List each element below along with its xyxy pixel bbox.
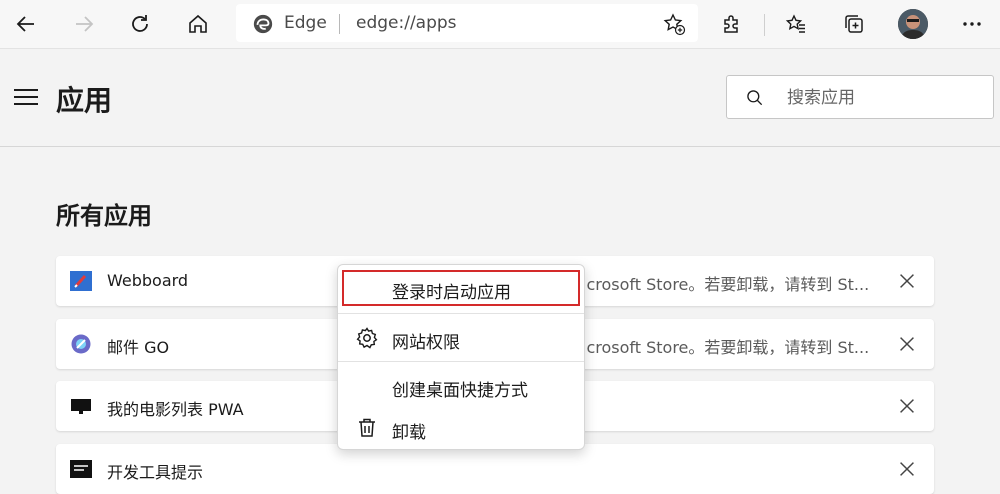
browser-brand-label: Edge (284, 13, 327, 33)
page-header: 应用 (0, 49, 1000, 147)
browser-toolbar: Edge edge://apps (0, 0, 1000, 49)
address-bar[interactable]: Edge edge://apps (236, 4, 698, 42)
close-icon[interactable] (896, 458, 918, 480)
menu-item-label: 登录时启动应用 (392, 283, 511, 303)
app-card-devtools-tips[interactable]: 开发工具提示 (56, 444, 934, 494)
collections-icon (845, 15, 863, 33)
edge-logo-icon (253, 14, 273, 34)
menu-item-site-permissions[interactable]: 网站权限 (342, 320, 580, 356)
trash-icon (359, 418, 375, 437)
avatar-image-icon (898, 9, 928, 39)
search-box[interactable] (726, 75, 994, 120)
app-name: 邮件 GO (107, 338, 170, 357)
refresh-button[interactable] (120, 4, 160, 44)
back-icon (16, 16, 34, 32)
mail-go-app-icon (71, 334, 91, 354)
monitor-app-icon (71, 399, 91, 414)
app-uninstall-note: icrosoft Store。若要卸载，请转到 St... (582, 275, 870, 294)
more-icon (963, 22, 981, 26)
app-name: 我的电影列表 PWA (107, 400, 244, 419)
menu-item-create-desktop-shortcut[interactable]: 创建桌面快捷方式 (342, 368, 580, 404)
more-button[interactable] (952, 4, 992, 44)
close-icon[interactable] (896, 395, 918, 417)
extensions-icon (724, 15, 738, 33)
menu-item-start-on-login[interactable]: 登录时启动应用 (342, 270, 580, 306)
forward-button[interactable] (64, 4, 104, 44)
profile-avatar[interactable] (898, 9, 928, 39)
close-icon[interactable] (896, 270, 918, 292)
app-uninstall-note: icrosoft Store。若要卸载，请转到 St... (582, 338, 870, 357)
forward-icon (76, 16, 94, 32)
close-icon[interactable] (896, 333, 918, 355)
favorites-icon (785, 14, 805, 33)
gear-icon (356, 327, 378, 349)
app-name: Webboard (107, 271, 189, 290)
section-title: 所有应用 (56, 202, 152, 230)
menu-divider (338, 313, 584, 314)
back-button[interactable] (6, 4, 46, 44)
menu-divider (338, 361, 584, 362)
favorites-button[interactable] (776, 4, 816, 44)
app-name: 开发工具提示 (107, 463, 204, 482)
search-icon (747, 90, 763, 106)
search-input[interactable] (785, 76, 989, 120)
collections-button[interactable] (834, 4, 874, 44)
page-title: 应用 (56, 84, 113, 117)
toolbar-divider (764, 14, 765, 36)
app-context-menu: 登录时启动应用 网站权限 创建桌面快捷方式 卸载 (337, 264, 585, 450)
webboard-app-icon (70, 271, 92, 291)
url-text[interactable]: edge://apps (356, 13, 457, 33)
menu-item-label: 网站权限 (392, 333, 460, 353)
address-divider (339, 14, 340, 34)
menu-item-label: 创建桌面快捷方式 (392, 381, 528, 401)
devtools-tips-app-icon (70, 460, 92, 478)
menu-item-label: 卸载 (392, 423, 426, 443)
extensions-button[interactable] (712, 4, 752, 44)
home-icon (189, 14, 207, 33)
menu-item-uninstall[interactable]: 卸载 (342, 410, 580, 446)
home-button[interactable] (178, 4, 218, 44)
menu-icon[interactable] (14, 89, 38, 107)
add-favorite-icon[interactable] (662, 12, 686, 36)
refresh-icon (132, 15, 148, 32)
